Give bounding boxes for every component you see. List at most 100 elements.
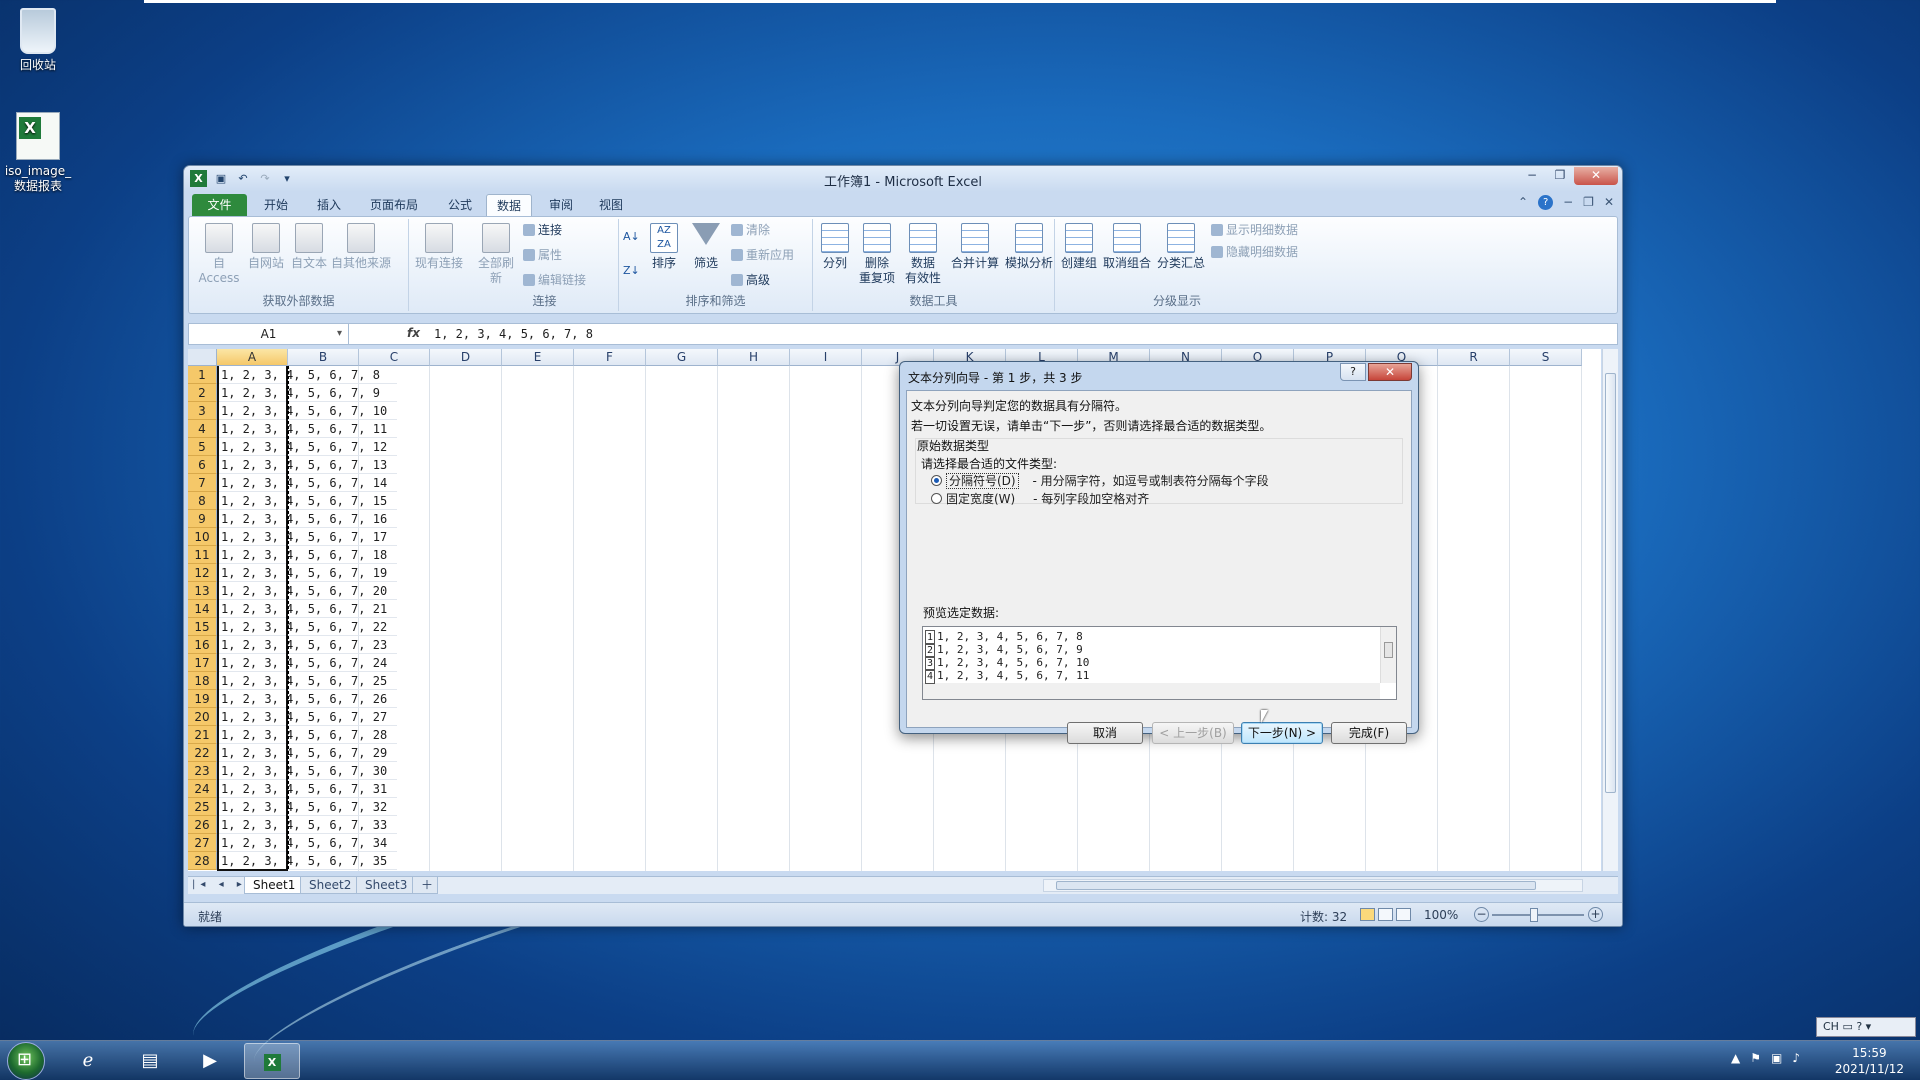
row-header[interactable]: 17: [188, 654, 217, 672]
zoom-level[interactable]: 100%: [1424, 908, 1458, 922]
start-button[interactable]: [7, 1042, 45, 1080]
clear-filter-button[interactable]: 清除: [731, 221, 770, 238]
row-header[interactable]: 3: [188, 402, 217, 420]
column-header[interactable]: G: [646, 349, 718, 366]
preview-vscroll[interactable]: [1380, 627, 1396, 683]
explorer-icon[interactable]: ▤: [122, 1043, 178, 1079]
zoom-slider[interactable]: − +: [1474, 907, 1604, 923]
edit-links-button[interactable]: 编辑链接: [523, 271, 586, 288]
radio-fixed-label[interactable]: 固定宽度(W): [946, 492, 1015, 506]
column-header[interactable]: S: [1510, 349, 1582, 366]
sheet-tab-sheet2[interactable]: Sheet2: [300, 877, 361, 894]
column-header[interactable]: F: [574, 349, 646, 366]
row-header[interactable]: 25: [188, 798, 217, 816]
minimize-button[interactable]: −: [1518, 167, 1546, 185]
properties-button[interactable]: 属性: [523, 246, 562, 263]
doc-restore-icon[interactable]: ❐: [1583, 195, 1594, 210]
hscroll-thumb[interactable]: [1056, 881, 1536, 890]
sort-asc-icon[interactable]: A↓: [623, 229, 640, 244]
row-header[interactable]: 4: [188, 420, 217, 438]
row-header[interactable]: 22: [188, 744, 217, 762]
normal-view-icon[interactable]: [1360, 908, 1375, 921]
minimize-ribbon-icon[interactable]: ⌃: [1518, 195, 1528, 210]
row-header[interactable]: 21: [188, 726, 217, 744]
row-header[interactable]: 7: [188, 474, 217, 492]
row-header[interactable]: 26: [188, 816, 217, 834]
finish-button[interactable]: 完成(F): [1331, 722, 1407, 744]
volume-icon[interactable]: ♪: [1792, 1051, 1800, 1065]
sort-desc-icon[interactable]: Z↓: [623, 263, 640, 278]
column-header[interactable]: C: [359, 349, 430, 366]
back-button[interactable]: < 上一步(B): [1152, 722, 1234, 744]
desktop-icon-recycle-bin[interactable]: 回收站: [0, 8, 76, 73]
name-box[interactable]: A1: [189, 324, 349, 344]
advanced-filter-button[interactable]: 高级: [731, 271, 770, 288]
row-header[interactable]: 18: [188, 672, 217, 690]
zoom-knob[interactable]: [1530, 908, 1538, 922]
desktop-icon-excel-file[interactable]: iso_image_数据报表: [0, 112, 76, 194]
row-header[interactable]: 27: [188, 834, 217, 852]
network-icon[interactable]: ▣: [1771, 1051, 1782, 1065]
title-bar[interactable]: X ▣ ↶ ↷ ▾ 工作簿1 - Microsoft Excel − ❐ ✕: [184, 166, 1622, 192]
radio-dot-selected[interactable]: [931, 475, 942, 486]
page-layout-view-icon[interactable]: [1378, 908, 1393, 921]
subtotal-button[interactable]: 分类汇总: [1155, 223, 1207, 271]
close-button[interactable]: ✕: [1574, 167, 1618, 185]
doc-minimize-icon[interactable]: −: [1563, 195, 1573, 210]
sheet-tab-sheet3[interactable]: Sheet3: [356, 877, 417, 894]
row-header[interactable]: 14: [188, 600, 217, 618]
preview-scroll-thumb[interactable]: [1384, 642, 1393, 658]
tab-file[interactable]: 文件: [192, 194, 247, 216]
clock[interactable]: 15:59 2021/11/12: [1835, 1045, 1904, 1077]
row-header[interactable]: 6: [188, 456, 217, 474]
tab-page-layout[interactable]: 页面布局: [360, 194, 428, 216]
zoom-out-icon[interactable]: −: [1474, 907, 1489, 922]
dialog-help-button[interactable]: ?: [1340, 363, 1366, 381]
data-validation-button[interactable]: 数据 有效性: [901, 223, 945, 286]
row-header[interactable]: 15: [188, 618, 217, 636]
show-detail-button[interactable]: 显示明细数据: [1211, 221, 1298, 238]
ie-icon[interactable]: ℯ: [60, 1043, 116, 1079]
consolidate-button[interactable]: 合并计算: [949, 223, 1001, 271]
from-access-button[interactable]: 自 Access: [193, 223, 245, 286]
row-header[interactable]: 28: [188, 852, 217, 870]
tab-review[interactable]: 审阅: [539, 194, 583, 216]
language-bar[interactable]: CH ▭ ? ▾: [1816, 1017, 1916, 1037]
row-header[interactable]: 2: [188, 384, 217, 402]
radio-delimited[interactable]: 分隔符号(D) - 用分隔字符，如逗号或制表符分隔每个字段: [931, 472, 1269, 489]
radio-dot[interactable]: [931, 493, 942, 504]
row-header[interactable]: 20: [188, 708, 217, 726]
row-header[interactable]: 16: [188, 636, 217, 654]
column-header[interactable]: B: [288, 349, 359, 366]
row-header[interactable]: 12: [188, 564, 217, 582]
horizontal-scrollbar[interactable]: [1043, 879, 1583, 892]
row-header[interactable]: 5: [188, 438, 217, 456]
next-button[interactable]: 下一步(N) >: [1241, 722, 1323, 744]
restore-button[interactable]: ❐: [1546, 167, 1574, 185]
existing-connections-button[interactable]: 现有连接: [413, 223, 465, 271]
action-center-flag-icon[interactable]: ⚑: [1750, 1051, 1761, 1065]
select-all-corner[interactable]: [188, 349, 217, 366]
hide-detail-button[interactable]: 隐藏明细数据: [1211, 243, 1298, 260]
excel-taskbar-icon[interactable]: X: [244, 1043, 300, 1079]
tab-data[interactable]: 数据: [486, 194, 533, 216]
radio-delimited-label[interactable]: 分隔符号(D): [946, 473, 1019, 489]
row-header[interactable]: 13: [188, 582, 217, 600]
fx-icon[interactable]: fx: [407, 326, 420, 340]
row-header[interactable]: 23: [188, 762, 217, 780]
row-header[interactable]: 8: [188, 492, 217, 510]
row-header[interactable]: 11: [188, 546, 217, 564]
remove-duplicates-button[interactable]: 删除 重复项: [857, 223, 897, 286]
preview-hscroll[interactable]: [923, 683, 1380, 699]
vertical-scrollbar[interactable]: [1602, 349, 1618, 871]
what-if-analysis-button[interactable]: 模拟分析: [1003, 223, 1055, 271]
connections-button[interactable]: 连接: [523, 221, 562, 238]
preview-box[interactable]: 1 1, 2, 3, 4, 5, 6, 7, 8 2 1, 2, 3, 4, 5, 6…: [922, 626, 1397, 700]
doc-close-icon[interactable]: ✕: [1604, 195, 1614, 210]
sort-button[interactable]: AZ ZA 排序: [647, 223, 681, 271]
tab-home[interactable]: 开始: [254, 194, 298, 216]
tab-view[interactable]: 视图: [589, 194, 633, 216]
formula-input[interactable]: 1, 2, 3, 4, 5, 6, 7, 8: [434, 327, 593, 341]
from-text-button[interactable]: 自文本: [289, 223, 329, 271]
show-hidden-icon[interactable]: ▲: [1731, 1051, 1740, 1065]
